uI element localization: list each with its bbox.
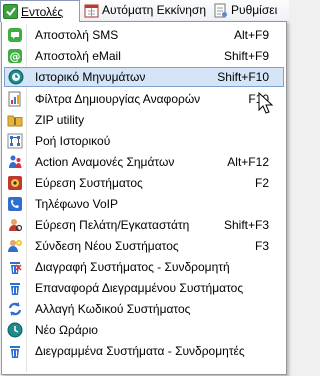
delete-system-icon — [7, 259, 23, 275]
history-flow-icon — [7, 133, 23, 149]
email-icon: @ — [7, 48, 23, 64]
menu-item-shortcut: Shift+F10 — [217, 70, 269, 84]
deleted-systems-icon — [7, 343, 23, 359]
menu-item-shortcut: Alt+F9 — [233, 28, 269, 42]
signal-queue-icon — [7, 154, 23, 170]
menu-item-history-flow[interactable]: Ροή Ιστορικού — [4, 131, 284, 151]
menu-item-action-signal-queues[interactable]: Action Αναμονές Σημάτων Alt+F12 — [4, 152, 284, 172]
menu-item-label: Ιστορικό Μηνυμάτων — [35, 70, 146, 84]
menu-item-new-schedule[interactable]: Νέο Ωράριο — [4, 320, 284, 340]
menu-item-label: Εύρεση Συστήματος — [35, 176, 143, 190]
menu-item-label: Ροή Ιστορικού — [35, 134, 111, 148]
auto-start-icon — [84, 3, 99, 18]
menu-item-message-history[interactable]: Ιστορικό Μηνυμάτων Shift+F10 — [4, 67, 284, 87]
change-code-icon — [7, 301, 23, 317]
menu-item-shortcut: F2 — [254, 176, 269, 190]
new-system-icon — [7, 238, 23, 254]
menu-item-shortcut: F3 — [254, 239, 269, 253]
commands-icon — [3, 4, 18, 19]
menu-item-send-sms[interactable]: Αποστολή SMS Alt+F9 — [4, 25, 284, 45]
menu-item-deleted-systems[interactable]: Διεγραμμένα Συστήματα - Συνδρομητές — [4, 341, 284, 361]
menu-item-label: Διαγραφή Συστήματος - Συνδρομητή — [35, 260, 230, 274]
menu-item-label: Διεγραμμένα Συστήματα - Συνδρομητές — [35, 344, 245, 358]
menu-item-restore-deleted-system[interactable]: Επαναφορά Διεγραμμένου Συστήματος — [4, 278, 284, 298]
menubar-tab-commands[interactable]: Εντολές — [0, 0, 80, 22]
message-history-icon — [8, 69, 24, 85]
menu-item-voip-phone[interactable]: Τηλέφωνο VoIP — [4, 194, 284, 214]
menu-item-label: Τηλέφωνο VoIP — [35, 197, 118, 211]
mouse-cursor-icon — [258, 92, 274, 114]
find-system-icon — [7, 175, 23, 191]
menu-item-change-system-code[interactable]: Αλλαγή Κωδικού Συστήματος — [4, 299, 284, 319]
menu-item-label: ZIP utility — [35, 113, 85, 127]
restore-system-icon — [7, 280, 23, 296]
menubar-tab-label: Ρυθμίσει — [231, 3, 278, 17]
settings-icon — [213, 3, 228, 18]
menu-item-label: Φίλτρα Δημιουργίας Αναφορών — [35, 92, 201, 106]
menu-item-label: Επαναφορά Διεγραμμένου Συστήματος — [35, 281, 244, 295]
menu-bar: Εντολές Αυτόματη Εκκίνηση Ρυθμίσει — [0, 0, 289, 22]
commands-dropdown-menu: Αποστολή SMS Alt+F9 @ Αποστολή eMail Shi… — [1, 21, 287, 375]
menu-item-report-filters[interactable]: Φίλτρα Δημιουργίας Αναφορών F10 — [4, 89, 284, 109]
menu-item-find-system[interactable]: Εύρεση Συστήματος F2 — [4, 173, 284, 193]
menubar-tab-auto-start[interactable]: Αυτόματη Εκκίνηση — [82, 0, 210, 20]
menu-item-label: Νέο Ωράριο — [35, 323, 98, 337]
menu-item-zip-utility[interactable]: ZIP utility — [4, 110, 284, 130]
find-customer-icon — [7, 217, 23, 233]
menu-item-shortcut: Shift+F3 — [223, 218, 269, 232]
menu-item-shortcut: Shift+F9 — [223, 49, 269, 63]
menu-item-delete-system[interactable]: Διαγραφή Συστήματος - Συνδρομητή — [4, 257, 284, 277]
menubar-tab-label: Εντολές — [21, 4, 64, 19]
menu-item-find-customer[interactable]: Εύρεση Πελάτη/Εγκαταστάτη Shift+F3 — [4, 215, 284, 235]
menu-item-label: Αποστολή SMS — [35, 28, 119, 42]
menu-item-label: Action Αναμονές Σημάτων — [35, 155, 175, 169]
menu-item-shortcut: Alt+F12 — [227, 155, 269, 169]
new-schedule-icon — [7, 322, 23, 338]
menu-item-label: Αποστολή eMail — [35, 49, 121, 63]
voip-phone-icon — [7, 196, 23, 212]
menubar-tab-label: Αυτόματη Εκκίνηση — [102, 3, 207, 17]
report-filter-icon — [7, 91, 23, 107]
menubar-tab-settings[interactable]: Ρυθμίσει — [211, 0, 289, 20]
menu-item-label: Εύρεση Πελάτη/Εγκαταστάτη — [35, 218, 190, 232]
menu-item-connect-new-system[interactable]: Σύνδεση Νέου Συστήματος F3 — [4, 236, 284, 256]
menu-item-label: Σύνδεση Νέου Συστήματος — [35, 239, 179, 253]
menu-item-label: Αλλαγή Κωδικού Συστήματος — [35, 302, 191, 316]
sms-icon — [7, 27, 23, 43]
menu-item-send-email[interactable]: @ Αποστολή eMail Shift+F9 — [4, 46, 284, 66]
svg-text:@: @ — [10, 50, 21, 63]
zip-folder-icon — [7, 112, 23, 128]
